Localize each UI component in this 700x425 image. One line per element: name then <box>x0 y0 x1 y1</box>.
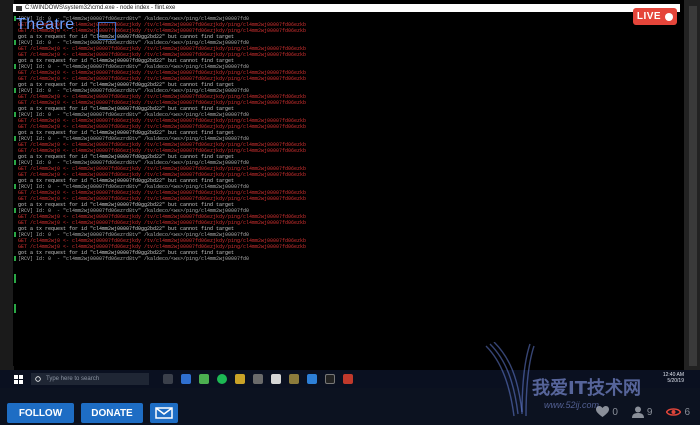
terminal-marker <box>14 274 16 283</box>
spotify-icon[interactable] <box>217 374 227 384</box>
terminal-icon[interactable] <box>325 374 335 384</box>
terminal-request-text: [RCV] Id: 0 - "cl4mm2wj00007fd06ezrd8tv"… <box>18 256 250 262</box>
desktop-left-edge <box>0 0 14 370</box>
terminal-marker <box>14 136 16 141</box>
start-button[interactable] <box>11 372 25 386</box>
record-dot-icon <box>665 12 674 21</box>
terminal-marker <box>14 112 16 117</box>
follow-button[interactable]: FOLLOW <box>7 403 74 423</box>
stream-overlay-label: Theatre <box>16 16 75 33</box>
cmd-icon <box>16 5 22 11</box>
followers-stat[interactable]: 9 <box>631 406 653 418</box>
windows-taskbar: Type here to search 12:40 AM 5/20/19 <box>0 370 700 388</box>
stream-footer: FOLLOW DONATE <box>0 400 700 425</box>
terminal-output: [RCV] Id: 0 - "cl4mm2wj00007fd06ezrd8tv"… <box>13 12 680 366</box>
search-icon <box>35 376 41 382</box>
command-prompt-window: C:\WINDOWS\system32\cmd.exe - node index… <box>13 4 680 366</box>
stream-stats: 0 9 6 <box>596 406 690 418</box>
live-label: LIVE <box>636 11 662 22</box>
paint-icon[interactable] <box>271 374 281 384</box>
person-icon <box>631 406 644 418</box>
file-explorer-icon[interactable] <box>235 374 245 384</box>
app-icon[interactable] <box>253 374 263 384</box>
window-title: C:\WINDOWS\system32\cmd.exe - node index… <box>25 5 176 11</box>
edge-icon[interactable] <box>181 374 191 384</box>
windows-logo-icon <box>13 374 23 384</box>
filezilla-icon[interactable] <box>343 374 353 384</box>
viewers-stat[interactable]: 6 <box>666 407 690 418</box>
followers-count: 9 <box>646 406 653 418</box>
eye-icon <box>666 408 682 416</box>
task-view-icon[interactable] <box>163 374 173 384</box>
terminal-marker <box>14 184 16 189</box>
message-button[interactable] <box>150 403 178 423</box>
terminal-request-line: [RCV] Id: 0 - "cl4mm2wj00007fd06ezrd8tv"… <box>18 256 249 262</box>
heart-icon <box>596 406 610 417</box>
search-placeholder: Type here to search <box>46 376 100 382</box>
stream-video: C:\WINDOWS\system32\cmd.exe - node index… <box>0 0 700 388</box>
window-titlebar[interactable]: C:\WINDOWS\system32\cmd.exe - node index… <box>13 4 680 12</box>
system-clock[interactable]: 12:40 AM 5/20/19 <box>663 372 684 384</box>
terminal-marker <box>14 232 16 237</box>
donate-button[interactable]: DONATE <box>81 403 143 423</box>
terminal-marker <box>14 304 16 313</box>
desktop-right-edge <box>684 0 700 370</box>
terminal-marker <box>14 88 16 93</box>
scrollbar[interactable] <box>689 6 697 366</box>
terminal-marker <box>14 64 16 69</box>
terminal-marker <box>14 160 16 165</box>
terminal-marker <box>14 40 16 45</box>
terminal-marker <box>14 256 16 261</box>
likes-count: 0 <box>612 406 618 418</box>
viewers-count: 6 <box>684 406 690 418</box>
mail-icon <box>155 407 173 419</box>
clock-date: 5/20/19 <box>667 378 684 384</box>
taskbar-search-box[interactable]: Type here to search <box>31 373 149 385</box>
terminal-marker <box>14 208 16 213</box>
likes-stat[interactable]: 0 <box>596 406 618 418</box>
vscode-icon[interactable] <box>307 374 317 384</box>
chrome-icon[interactable] <box>199 374 209 384</box>
toolbox-icon[interactable] <box>289 374 299 384</box>
live-badge: LIVE <box>633 8 677 25</box>
overlay-frame <box>98 22 116 40</box>
